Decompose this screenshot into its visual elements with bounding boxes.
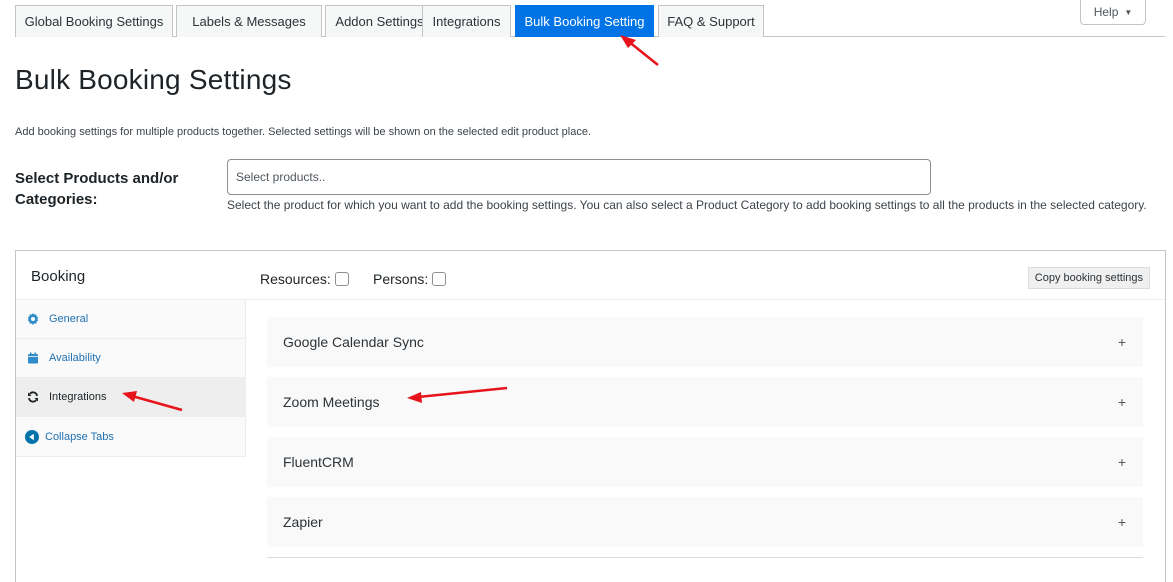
gear-icon xyxy=(27,313,39,325)
tab-bulk-booking-setting[interactable]: Bulk Booking Setting xyxy=(515,5,654,37)
products-field-label: Select Products and/or Categories: xyxy=(15,170,179,208)
help-button[interactable]: Help ▼ xyxy=(1080,0,1146,25)
panel-title: Zapier xyxy=(283,514,323,530)
integration-panels: Google Calendar Sync + Zoom Meetings + F… xyxy=(267,317,1143,558)
sync-icon xyxy=(27,391,39,403)
persons-option[interactable]: Persons: xyxy=(373,271,447,287)
booking-side-tabs: General Availability Integrations Collap… xyxy=(16,300,246,457)
side-tab-label: Collapse Tabs xyxy=(45,430,114,443)
plus-icon[interactable]: + xyxy=(1117,334,1127,350)
side-tab-collapse[interactable]: Collapse Tabs xyxy=(16,417,245,456)
plus-icon[interactable]: + xyxy=(1117,394,1127,410)
panel-google-calendar-sync[interactable]: Google Calendar Sync + xyxy=(267,317,1143,367)
copy-booking-settings-button[interactable]: Copy booking settings xyxy=(1027,267,1150,289)
side-tab-integrations[interactable]: Integrations xyxy=(16,378,245,417)
side-tab-label: Integrations xyxy=(49,391,107,403)
resources-option[interactable]: Resources: xyxy=(260,271,349,287)
tab-addon-settings[interactable]: Addon Settings xyxy=(325,5,434,37)
persons-label: Persons: xyxy=(373,271,429,287)
panel-zoom-meetings[interactable]: Zoom Meetings + xyxy=(267,377,1143,427)
side-tab-availability[interactable]: Availability xyxy=(16,339,245,378)
persons-checkbox[interactable] xyxy=(432,272,447,286)
caret-down-icon: ▼ xyxy=(1124,7,1133,17)
tab-labels-messages[interactable]: Labels & Messages xyxy=(176,5,322,37)
tab-faq-support[interactable]: FAQ & Support xyxy=(658,5,764,37)
booking-title: Booking xyxy=(31,268,86,285)
page-description: Add booking settings for multiple produc… xyxy=(15,126,592,138)
side-tab-label: General xyxy=(49,313,89,325)
booking-settings-box: Booking Resources: Persons: Copy booking… xyxy=(15,250,1166,582)
panel-fluentcrm[interactable]: FluentCRM + xyxy=(267,437,1143,487)
plus-icon[interactable]: + xyxy=(1117,454,1127,470)
resources-checkbox[interactable] xyxy=(334,272,349,286)
booking-header: Booking Resources: Persons: Copy booking… xyxy=(16,251,1165,300)
resources-label: Resources: xyxy=(260,271,331,287)
tab-global-booking-settings[interactable]: Global Booking Settings xyxy=(15,5,173,37)
panel-title: Google Calendar Sync xyxy=(283,334,424,350)
panel-zapier[interactable]: Zapier + xyxy=(267,497,1143,547)
arrow-to-bulk-booking-tab xyxy=(620,35,659,66)
page-title: Bulk Booking Settings xyxy=(15,64,292,95)
collapse-left-icon xyxy=(25,429,39,444)
side-tab-general[interactable]: General xyxy=(16,300,245,339)
products-select-input[interactable]: Select products.. xyxy=(227,159,931,195)
help-label: Help xyxy=(1093,5,1119,19)
panel-title: FluentCRM xyxy=(283,454,354,470)
settings-tab-bar: Global Booking Settings Labels & Message… xyxy=(15,5,1165,37)
plus-icon[interactable]: + xyxy=(1117,514,1127,530)
panel-title: Zoom Meetings xyxy=(283,394,380,410)
panels-divider xyxy=(267,557,1143,558)
products-field-help: Select the product for which you want to… xyxy=(227,198,1147,212)
calendar-icon xyxy=(27,352,39,364)
products-select-placeholder: Select products.. xyxy=(236,170,326,184)
tab-integrations[interactable]: Integrations xyxy=(422,5,511,37)
side-tab-label: Availability xyxy=(49,352,101,364)
